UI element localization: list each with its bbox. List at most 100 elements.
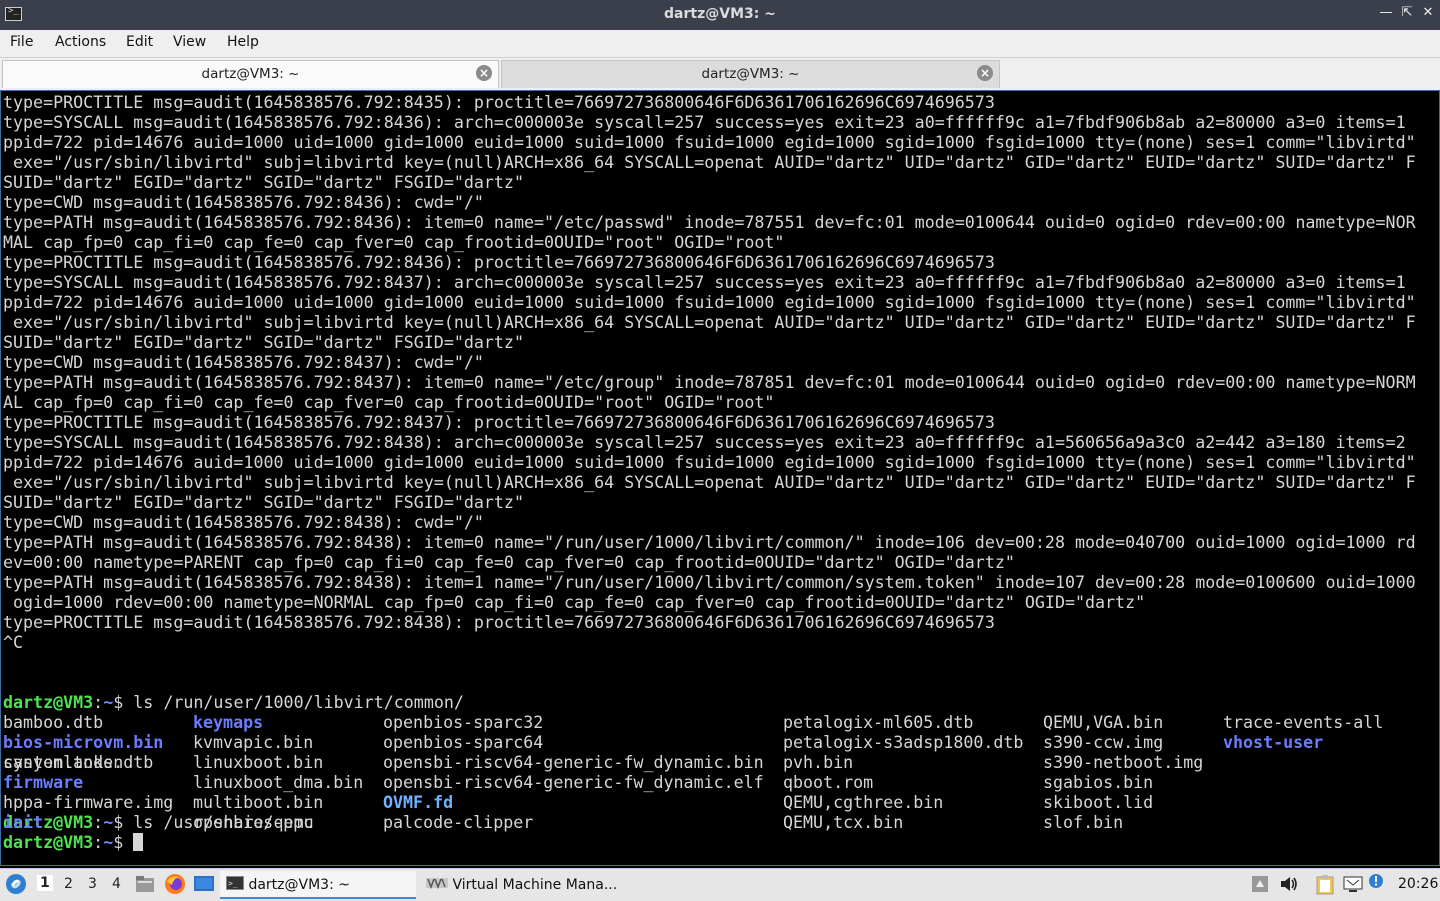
prompt-line-1: dartz@VM3:~$ ls /run/user/1000/libvirt/c… [3, 693, 464, 713]
ls-file-entry: opensbi-riscv64-generic-fw_dynamic.bin [383, 753, 764, 772]
ls-file-entry: opensbi-riscv64-generic-fw_dynamic.elf [383, 773, 764, 792]
ls-file-entry: petalogix-s3adsp1800.dtb [783, 733, 1024, 752]
firefox-icon[interactable] [164, 873, 186, 899]
ls-file-entry: openbios-ppc [193, 813, 314, 832]
output-line: type=PATH msg=audit(1645838576.792:8437)… [3, 373, 1416, 392]
tab-1[interactable]: dartz@VM3: ~ × [2, 60, 499, 88]
output-line: type=SYSCALL msg=audit(1645838576.792:84… [3, 113, 1406, 132]
taskbar-task-virt-manager-label: Virtual Machine Mana... [452, 877, 618, 893]
output-line: type=CWD msg=audit(1645838576.792:8438):… [3, 513, 484, 532]
menu-view[interactable]: View [173, 34, 206, 50]
prompt-sign: $ [113, 693, 134, 712]
network-icon[interactable] [1343, 875, 1363, 897]
maximize-button[interactable]: ⇱ [1398, 5, 1416, 20]
terminal-view[interactable]: type=PROCTITLE msg=audit(1645838576.792:… [0, 90, 1440, 866]
update-notifier-icon[interactable] [1368, 873, 1384, 893]
ls-file-entry: linuxboot.bin [193, 753, 324, 772]
ls-file-entry: sgabios.bin [1043, 773, 1154, 792]
output-line: ppid=722 pid=14676 auid=1000 uid=1000 gi… [3, 453, 1416, 472]
minimize-button[interactable]: — [1377, 5, 1395, 20]
ls-directory-entry: keymaps [193, 713, 264, 732]
output-line: ppid=722 pid=14676 auid=1000 uid=1000 gi… [3, 293, 1416, 312]
ls-file-entry: s390-ccw.img [1043, 733, 1164, 752]
output-line: type=SYSCALL msg=audit(1645838576.792:84… [3, 433, 1406, 452]
workspace-3[interactable]: 3 [88, 876, 97, 892]
output-line: ev=00:00 nametype=PARENT cap_fp=0 cap_fi… [3, 553, 1015, 572]
output-line: type=PROCTITLE msg=audit(1645838576.792:… [3, 93, 995, 112]
ls-column: openbios-sparc32 openbios-sparc64 opensbi-… [383, 713, 764, 833]
output-line: type=CWD msg=audit(1645838576.792:8437):… [3, 353, 484, 372]
start-menu-icon[interactable] [5, 873, 27, 899]
ls-file-entry: s390-netboot.img [1043, 753, 1204, 772]
workspace-4[interactable]: 4 [112, 876, 121, 892]
tab-2-close-icon[interactable]: × [977, 65, 993, 81]
taskbar-task-terminal-label: dartz@VM3: ~ [248, 877, 350, 893]
ls-file-entry: QEMU,cgthree.bin [783, 793, 944, 812]
window-titlebar[interactable]: >_ dartz@VM3: ~ — ⇱ ✕ [0, 0, 1440, 30]
volume-icon[interactable] [1279, 875, 1299, 897]
output-line: type=PROCTITLE msg=audit(1645838576.792:… [3, 613, 995, 632]
ls-column: QEMU,VGA.bin s390-ccw.img s390-netboot.img… [1043, 713, 1203, 833]
menu-actions[interactable]: Actions [55, 34, 106, 50]
taskbar: 1 2 3 4 >_ dartz@VM3: ~ Virtual Machine … [0, 868, 1440, 901]
ls-file-entry: openbios-sparc32 [383, 713, 544, 732]
output-line: SUID="dartz" EGID="dartz" SGID="dartz" F… [3, 493, 524, 512]
ls-file-entry: kvmvapic.bin [193, 733, 314, 752]
ls-file-entry: qboot.rom [783, 773, 874, 792]
output-line: type=PROCTITLE msg=audit(1645838576.792:… [3, 413, 995, 432]
prompt-pwd: ~ [103, 693, 114, 712]
clipboard-icon[interactable] [1314, 874, 1336, 900]
tab-2-label: dartz@VM3: ~ [701, 66, 800, 82]
taskbar-task-terminal[interactable]: >_ dartz@VM3: ~ [220, 871, 416, 899]
taskbar-task-virt-manager[interactable]: Virtual Machine Mana... [420, 871, 640, 899]
close-button[interactable]: ✕ [1419, 5, 1437, 20]
ls-file-entry: multiboot.bin [193, 793, 324, 812]
output-line: ogid=1000 rdev=00:00 nametype=NORMAL cap… [3, 593, 1146, 612]
ls-file-entry: linuxboot_dma.bin [193, 773, 364, 792]
workspace-1[interactable]: 1 [37, 875, 53, 891]
workspace-2[interactable]: 2 [64, 876, 73, 892]
ls-file-entry: trace-events-all [1223, 713, 1384, 732]
prompt-pwd: ~ [103, 833, 114, 852]
menu-help[interactable]: Help [227, 34, 259, 50]
virt-manager-task-icon [426, 876, 448, 894]
prompt-sep: : [93, 693, 104, 712]
window-title: dartz@VM3: ~ [664, 6, 776, 22]
menu-edit[interactable]: Edit [126, 34, 153, 50]
ls-directory-entry: vhost-user [1223, 733, 1324, 752]
ls-file-entry: slof.bin [1043, 813, 1124, 832]
prompt-sep: : [93, 833, 104, 852]
ls-file-entry: petalogix-ml605.dtb [783, 713, 974, 732]
text-cursor [133, 833, 144, 851]
output-line: MAL cap_fp=0 cap_fi=0 cap_fe=0 cap_fver=… [3, 233, 785, 252]
ls-directory-entry: firmware [3, 773, 84, 792]
output-line: ^C [3, 633, 24, 652]
prompt-user: dartz@VM3 [3, 833, 94, 852]
ls-file-entry: canyonlands.dtb [3, 753, 154, 772]
terminal-output: type=PROCTITLE msg=audit(1645838576.792:… [3, 93, 1416, 653]
output-line: exe="/usr/sbin/libvirtd" subj=libvirtd k… [3, 473, 1416, 492]
svg-text:>_: >_ [228, 879, 238, 888]
ls-file-entry: bios-microvm.bin [3, 733, 164, 752]
ls-column: trace-events-all vhost-user [1223, 713, 1383, 753]
clock[interactable]: 20:26 [1398, 876, 1438, 892]
output-line: SUID="dartz" EGID="dartz" SGID="dartz" F… [3, 333, 524, 352]
output-line: AL cap_fp=0 cap_fi=0 cap_fe=0 cap_fver=0… [3, 393, 775, 412]
prompt-line-current[interactable]: dartz@VM3:~$ [3, 833, 144, 853]
prompt-user: dartz@VM3 [3, 693, 94, 712]
output-line: exe="/usr/sbin/libvirtd" subj=libvirtd k… [3, 313, 1416, 332]
keyboard-layout-icon[interactable] [1251, 875, 1269, 897]
ls-column: bamboo.dtb bios-microvm.bin canyonlands.dt… [3, 713, 173, 833]
output-line: type=PATH msg=audit(1645838576.792:8436)… [3, 213, 1416, 232]
menu-file[interactable]: File [10, 34, 33, 50]
ls-file-entry: hppa-firmware.img [3, 793, 174, 812]
desktop-icon[interactable] [193, 875, 215, 897]
tab-1-label: dartz@VM3: ~ [201, 66, 300, 82]
terminal-task-icon: >_ [226, 876, 244, 894]
ls-column: petalogix-ml605.dtb petalogix-s3adsp1800.… [783, 713, 1023, 833]
output-line: type=PATH msg=audit(1645838576.792:8438)… [3, 533, 1416, 552]
ls-file-entry: skiboot.lid [1043, 793, 1154, 812]
tab-2[interactable]: dartz@VM3: ~ × [501, 60, 1000, 88]
file-manager-icon[interactable] [135, 875, 155, 897]
tab-1-close-icon[interactable]: × [476, 65, 492, 81]
